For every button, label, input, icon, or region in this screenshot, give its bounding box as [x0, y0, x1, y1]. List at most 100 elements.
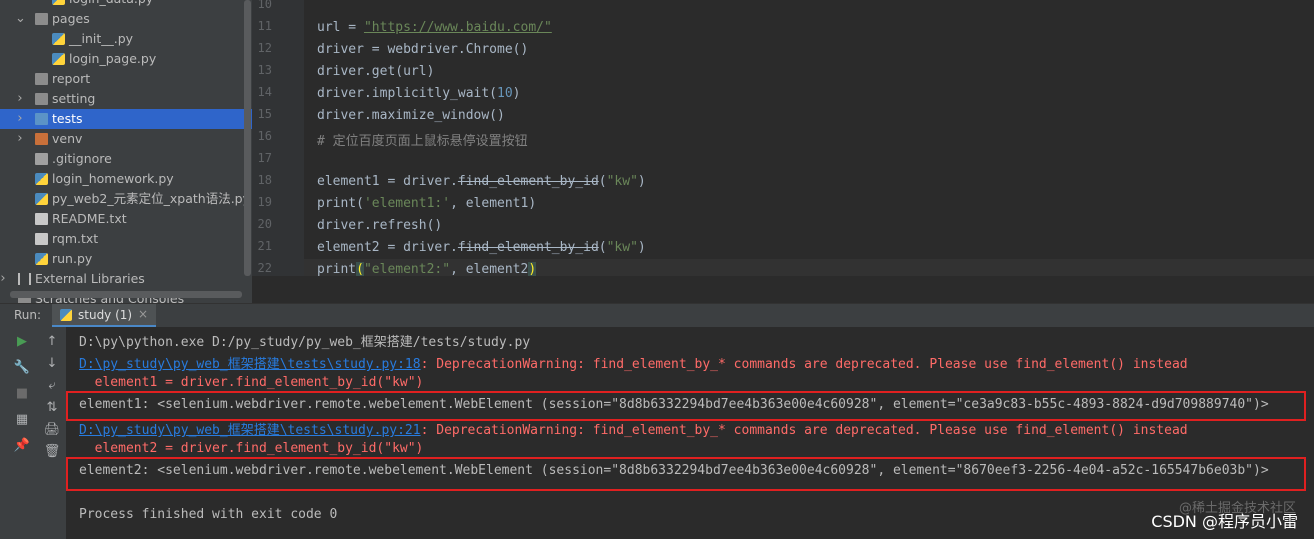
run-label: Run: — [14, 308, 42, 322]
tree-item[interactable]: .gitignore — [0, 149, 252, 169]
project-tree-horizontal-scrollbar[interactable] — [10, 291, 242, 298]
tree-item[interactable]: run.py — [0, 249, 252, 269]
tree-item-label: setting — [52, 91, 96, 106]
close-icon[interactable]: × — [138, 307, 148, 321]
tree-item[interactable]: rqm.txt — [0, 229, 252, 249]
code-token: driver.maximize_window() — [317, 108, 505, 123]
libraries-icon — [18, 273, 31, 285]
python-file-icon — [52, 0, 65, 5]
line-number: 20 — [257, 217, 272, 231]
down-arrow-icon[interactable]: ↓ — [43, 355, 61, 373]
tree-item[interactable]: py_web2_元素定位_xpath语法.py — [0, 189, 252, 209]
tree-item[interactable]: report — [0, 69, 252, 89]
code-line[interactable]: driver.maximize_window() — [317, 108, 505, 123]
pin-icon[interactable]: 📌 — [13, 437, 31, 455]
code-line[interactable]: # 定位百度页面上鼠标悬停设置按钮 — [317, 130, 528, 149]
chevron-right-icon[interactable]: › — [15, 129, 25, 149]
tree-item-label: login_page.py — [69, 51, 157, 66]
python-file-icon — [60, 309, 72, 321]
code-token: find_element_by_id — [457, 240, 599, 255]
run-tool-strip: ▶ 🔧 ■ ▦ 📌 ↑ ↓ ⤶ ⇅ 🖨 🗑 — [0, 327, 66, 539]
project-tree-vertical-scrollbar[interactable] — [244, 0, 251, 276]
code-line[interactable]: driver.refresh() — [317, 218, 442, 233]
code-token: driver.implicitly_wait( — [317, 86, 498, 101]
run-tab-study[interactable]: study (1) × — [52, 304, 156, 328]
code-token: # 定位百度页面上鼠标悬停设置按钮 — [317, 134, 528, 149]
tree-item[interactable]: login_data.py — [0, 0, 252, 9]
code-line[interactable]: url = "https://www.baidu.com/" — [317, 20, 552, 35]
tree-item[interactable]: login_homework.py — [0, 169, 252, 189]
up-arrow-icon[interactable]: ↑ — [43, 333, 61, 351]
tree-item[interactable]: › tests — [0, 109, 252, 129]
tree-item[interactable]: › External Libraries — [0, 269, 252, 289]
code-token: ( — [598, 240, 607, 255]
console-text: element1 = driver.find_element_by_id("kw… — [79, 375, 424, 390]
tree-item[interactable]: login_page.py — [0, 49, 252, 69]
code-line[interactable]: element2 = driver.find_element_by_id("kw… — [317, 240, 646, 255]
python-file-icon — [35, 193, 48, 205]
python-file-icon — [52, 53, 65, 65]
code-line[interactable]: element1 = driver.find_element_by_id("kw… — [317, 174, 646, 189]
code-token: driver.get(url) — [317, 64, 435, 79]
run-toolbar: Run: study (1) × — [0, 303, 1314, 328]
print-icon[interactable]: 🖨 — [43, 421, 61, 439]
folder-icon — [35, 93, 48, 105]
code-token: ) — [512, 86, 521, 101]
chevron-down-icon[interactable]: ⌄ — [15, 9, 26, 29]
tree-item-label: External Libraries — [35, 271, 145, 286]
code-line[interactable]: driver.implicitly_wait(10) — [317, 86, 521, 101]
console-file-link[interactable]: D:\py_study\py_web_框架搭建\tests\study.py:1… — [79, 357, 421, 372]
tree-item[interactable]: › setting — [0, 89, 252, 109]
tree-item[interactable]: __init__.py — [0, 29, 252, 49]
soft-wrap-icon[interactable]: ⤶ — [43, 377, 61, 395]
console-text: Process finished with exit code 0 — [79, 507, 338, 522]
code-token: "kw" — [606, 174, 638, 189]
tree-item-label: venv — [52, 131, 83, 146]
chevron-right-icon[interactable]: › — [15, 109, 25, 129]
code-line[interactable]: print('element1:', element1) — [317, 196, 536, 211]
code-line[interactable]: driver = webdriver.Chrome() — [317, 42, 528, 57]
tree-item-label: py_web2_元素定位_xpath语法.py — [52, 191, 251, 206]
run-console[interactable]: D:\py\python.exe D:/py_study/py_web_框架搭建… — [66, 327, 1314, 539]
console-line: D:\py_study\py_web_框架搭建\tests\study.py:2… — [79, 419, 1188, 438]
line-number: 18 — [257, 173, 272, 187]
line-number: 22 — [257, 261, 272, 275]
console-line: element2 = driver.find_element_by_id("kw… — [79, 441, 424, 456]
code-line[interactable]: print("element2:", element2) — [317, 262, 537, 277]
folder-icon — [35, 133, 48, 145]
tree-item-label: login_homework.py — [52, 171, 174, 186]
code-token: driver = webdriver.Chrome() — [317, 42, 529, 57]
line-number: 12 — [257, 41, 272, 55]
chevron-right-icon[interactable]: › — [0, 269, 8, 289]
console-line: element1 = driver.find_element_by_id("kw… — [79, 375, 424, 390]
run-icon[interactable]: ▶ — [13, 333, 31, 351]
chevron-right-icon[interactable]: › — [15, 89, 25, 109]
code-token: , element1) — [450, 196, 537, 211]
console-line: D:\py_study\py_web_框架搭建\tests\study.py:1… — [79, 353, 1188, 372]
code-token: , element2 — [450, 262, 529, 277]
console-file-link[interactable]: D:\py_study\py_web_框架搭建\tests\study.py:2… — [79, 423, 421, 438]
trash-icon[interactable]: 🗑 — [43, 443, 61, 461]
code-token: print( — [317, 196, 364, 211]
code-token: ( — [356, 262, 364, 277]
code-token: 10 — [497, 86, 513, 101]
line-number: 21 — [257, 239, 272, 253]
console-line: Process finished with exit code 0 — [79, 507, 337, 522]
line-number: 19 — [257, 195, 272, 209]
tree-item-label: pages — [52, 11, 90, 26]
code-line[interactable]: driver.get(url) — [317, 64, 434, 79]
text-file-icon — [35, 233, 48, 245]
stop-icon[interactable]: ■ — [13, 385, 31, 403]
tree-item[interactable]: README.txt — [0, 209, 252, 229]
tree-item[interactable]: ⌄ pages — [0, 9, 252, 29]
scroll-to-end-icon[interactable]: ⇅ — [43, 399, 61, 417]
tree-item-label: rqm.txt — [52, 231, 99, 246]
layout-icon[interactable]: ▦ — [13, 411, 31, 429]
folder-icon — [35, 113, 48, 125]
folder-icon — [35, 73, 48, 85]
tree-item[interactable]: › venv — [0, 129, 252, 149]
console-text: : DeprecationWarning: find_element_by_* … — [420, 423, 1188, 438]
wrench-icon[interactable]: 🔧 — [13, 359, 31, 377]
code-token: print — [317, 262, 357, 277]
console-text: : DeprecationWarning: find_element_by_* … — [420, 357, 1188, 372]
